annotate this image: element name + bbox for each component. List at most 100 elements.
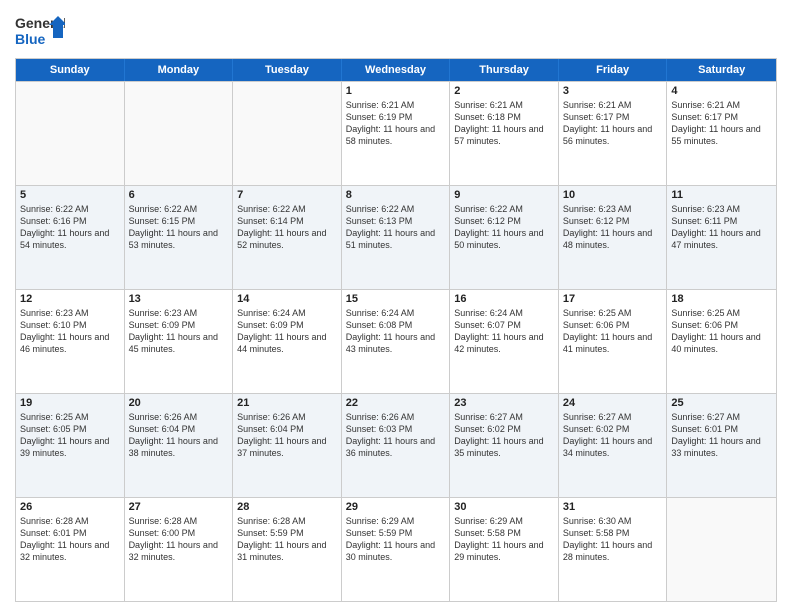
calendar-cell-0-2 [233, 82, 342, 185]
calendar-cell-2-0: 12 Sunrise: 6:23 AMSunset: 6:10 PMDayligh… [16, 290, 125, 393]
cell-info: Sunrise: 6:29 AMSunset: 5:58 PMDaylight:… [454, 515, 554, 564]
calendar-cell-1-1: 6Sunrise: 6:22 AMSunset: 6:15 PMDaylight… [125, 186, 234, 289]
calendar-cell-2-3: 15 Sunrise: 6:24 AMSunset: 6:08 PMDayligh… [342, 290, 451, 393]
week-row-1: 1 Sunrise: 6:21 AMSunset: 6:19 PMDaylight… [16, 81, 776, 185]
cell-info: Sunrise: 6:23 AMSunset: 6:11 PMDaylight:… [671, 203, 772, 252]
calendar-cell-1-2: 7Sunrise: 6:22 AMSunset: 6:14 PMDaylight… [233, 186, 342, 289]
calendar-header-row: SundayMondayTuesdayWednesdayThursdayFrid… [16, 59, 776, 81]
header-cell-friday: Friday [559, 59, 668, 81]
cell-info: Sunrise: 6:24 AMSunset: 6:07 PMDaylight:… [454, 307, 554, 356]
cell-day-number: 25 [671, 397, 772, 409]
calendar-cell-3-2: 21 Sunrise: 6:26 AMSunset: 6:04 PMDayligh… [233, 394, 342, 497]
calendar-cell-4-1: 27Sunrise: 6:28 AMSunset: 6:00 PMDayligh… [125, 498, 234, 601]
cell-day-number: 14 [237, 293, 337, 305]
calendar-cell-1-0: 5 Sunrise: 6:22 AMSunset: 6:16 PMDaylight… [16, 186, 125, 289]
header-cell-sunday: Sunday [16, 59, 125, 81]
calendar-cell-0-6: 4 Sunrise: 6:21 AMSunset: 6:17 PMDaylight… [667, 82, 776, 185]
calendar-cell-1-5: 10Sunrise: 6:23 AMSunset: 6:12 PMDayligh… [559, 186, 668, 289]
header-cell-thursday: Thursday [450, 59, 559, 81]
calendar-cell-2-4: 16 Sunrise: 6:24 AMSunset: 6:07 PMDayligh… [450, 290, 559, 393]
cell-info: Sunrise: 6:24 AMSunset: 6:08 PMDaylight:… [346, 307, 446, 356]
calendar-cell-0-0 [16, 82, 125, 185]
header: General Blue [15, 10, 777, 50]
calendar-cell-4-0: 26 Sunrise: 6:28 AMSunset: 6:01 PMDayligh… [16, 498, 125, 601]
header-cell-wednesday: Wednesday [342, 59, 451, 81]
cell-info: Sunrise: 6:23 AMSunset: 6:12 PMDaylight:… [563, 203, 663, 252]
logo-svg: General Blue [15, 10, 65, 50]
cell-info: Sunrise: 6:29 AMSunset: 5:59 PMDaylight:… [346, 515, 446, 564]
cell-day-number: 21 [237, 397, 337, 409]
logo: General Blue [15, 10, 65, 50]
calendar-body: 1 Sunrise: 6:21 AMSunset: 6:19 PMDaylight… [16, 81, 776, 601]
calendar-cell-3-4: 23Sunrise: 6:27 AMSunset: 6:02 PMDayligh… [450, 394, 559, 497]
cell-info: Sunrise: 6:23 AMSunset: 6:09 PMDaylight:… [129, 307, 229, 356]
cell-info: Sunrise: 6:25 AMSunset: 6:06 PMDaylight:… [671, 307, 772, 356]
cell-info: Sunrise: 6:25 AMSunset: 6:06 PMDaylight:… [563, 307, 663, 356]
calendar-cell-2-6: 18Sunrise: 6:25 AMSunset: 6:06 PMDayligh… [667, 290, 776, 393]
cell-info: Sunrise: 6:26 AMSunset: 6:04 PMDaylight:… [129, 411, 229, 460]
cell-day-number: 13 [129, 293, 229, 305]
header-cell-tuesday: Tuesday [233, 59, 342, 81]
cell-info: Sunrise: 6:28 AMSunset: 6:00 PMDaylight:… [129, 515, 229, 564]
calendar: SundayMondayTuesdayWednesdayThursdayFrid… [15, 58, 777, 602]
calendar-cell-4-5: 31 Sunrise: 6:30 AMSunset: 5:58 PMDayligh… [559, 498, 668, 601]
cell-day-number: 19 [20, 397, 120, 409]
calendar-cell-0-5: 3Sunrise: 6:21 AMSunset: 6:17 PMDaylight… [559, 82, 668, 185]
cell-info: Sunrise: 6:23 AMSunset: 6:10 PMDaylight:… [20, 307, 120, 356]
cell-day-number: 24 [563, 397, 663, 409]
cell-day-number: 29 [346, 501, 446, 513]
calendar-cell-1-6: 11Sunrise: 6:23 AMSunset: 6:11 PMDayligh… [667, 186, 776, 289]
cell-info: Sunrise: 6:30 AMSunset: 5:58 PMDaylight:… [563, 515, 663, 564]
calendar-cell-3-0: 19 Sunrise: 6:25 AMSunset: 6:05 PMDayligh… [16, 394, 125, 497]
cell-info: Sunrise: 6:22 AMSunset: 6:16 PMDaylight:… [20, 203, 120, 252]
cell-day-number: 7 [237, 189, 337, 201]
cell-info: Sunrise: 6:21 AMSunset: 6:17 PMDaylight:… [563, 99, 663, 148]
cell-day-number: 17 [563, 293, 663, 305]
page: General Blue SundayMondayTuesdayWednesda… [0, 0, 792, 612]
calendar-cell-4-6 [667, 498, 776, 601]
cell-info: Sunrise: 6:24 AMSunset: 6:09 PMDaylight:… [237, 307, 337, 356]
cell-day-number: 9 [454, 189, 554, 201]
calendar-cell-3-5: 24 Sunrise: 6:27 AMSunset: 6:02 PMDayligh… [559, 394, 668, 497]
cell-info: Sunrise: 6:21 AMSunset: 6:17 PMDaylight:… [671, 99, 772, 148]
calendar-cell-2-1: 13 Sunrise: 6:23 AMSunset: 6:09 PMDayligh… [125, 290, 234, 393]
week-row-2: 5 Sunrise: 6:22 AMSunset: 6:16 PMDaylight… [16, 185, 776, 289]
calendar-cell-3-1: 20 Sunrise: 6:26 AMSunset: 6:04 PMDayligh… [125, 394, 234, 497]
calendar-cell-4-4: 30 Sunrise: 6:29 AMSunset: 5:58 PMDayligh… [450, 498, 559, 601]
cell-info: Sunrise: 6:28 AMSunset: 6:01 PMDaylight:… [20, 515, 120, 564]
cell-info: Sunrise: 6:21 AMSunset: 6:18 PMDaylight:… [454, 99, 554, 148]
cell-info: Sunrise: 6:28 AMSunset: 5:59 PMDaylight:… [237, 515, 337, 564]
cell-info: Sunrise: 6:22 AMSunset: 6:15 PMDaylight:… [129, 203, 229, 252]
cell-day-number: 16 [454, 293, 554, 305]
week-row-3: 12 Sunrise: 6:23 AMSunset: 6:10 PMDayligh… [16, 289, 776, 393]
cell-day-number: 5 [20, 189, 120, 201]
calendar-cell-2-2: 14 Sunrise: 6:24 AMSunset: 6:09 PMDayligh… [233, 290, 342, 393]
cell-day-number: 28 [237, 501, 337, 513]
cell-day-number: 20 [129, 397, 229, 409]
cell-day-number: 4 [671, 85, 772, 97]
cell-day-number: 15 [346, 293, 446, 305]
calendar-cell-3-3: 22 Sunrise: 6:26 AMSunset: 6:03 PMDayligh… [342, 394, 451, 497]
cell-day-number: 1 [346, 85, 446, 97]
cell-day-number: 26 [20, 501, 120, 513]
cell-day-number: 30 [454, 501, 554, 513]
cell-info: Sunrise: 6:27 AMSunset: 6:01 PMDaylight:… [671, 411, 772, 460]
calendar-cell-0-4: 2Sunrise: 6:21 AMSunset: 6:18 PMDaylight… [450, 82, 559, 185]
cell-day-number: 22 [346, 397, 446, 409]
calendar-cell-0-3: 1 Sunrise: 6:21 AMSunset: 6:19 PMDaylight… [342, 82, 451, 185]
calendar-cell-0-1 [125, 82, 234, 185]
cell-info: Sunrise: 6:22 AMSunset: 6:13 PMDaylight:… [346, 203, 446, 252]
week-row-4: 19 Sunrise: 6:25 AMSunset: 6:05 PMDayligh… [16, 393, 776, 497]
cell-info: Sunrise: 6:26 AMSunset: 6:04 PMDaylight:… [237, 411, 337, 460]
cell-info: Sunrise: 6:27 AMSunset: 6:02 PMDaylight:… [563, 411, 663, 460]
cell-day-number: 31 [563, 501, 663, 513]
calendar-cell-3-6: 25 Sunrise: 6:27 AMSunset: 6:01 PMDayligh… [667, 394, 776, 497]
cell-info: Sunrise: 6:25 AMSunset: 6:05 PMDaylight:… [20, 411, 120, 460]
week-row-5: 26 Sunrise: 6:28 AMSunset: 6:01 PMDayligh… [16, 497, 776, 601]
cell-info: Sunrise: 6:27 AMSunset: 6:02 PMDaylight:… [454, 411, 554, 460]
calendar-cell-4-3: 29 Sunrise: 6:29 AMSunset: 5:59 PMDayligh… [342, 498, 451, 601]
cell-day-number: 12 [20, 293, 120, 305]
cell-info: Sunrise: 6:21 AMSunset: 6:19 PMDaylight:… [346, 99, 446, 148]
cell-info: Sunrise: 6:26 AMSunset: 6:03 PMDaylight:… [346, 411, 446, 460]
header-cell-monday: Monday [125, 59, 234, 81]
